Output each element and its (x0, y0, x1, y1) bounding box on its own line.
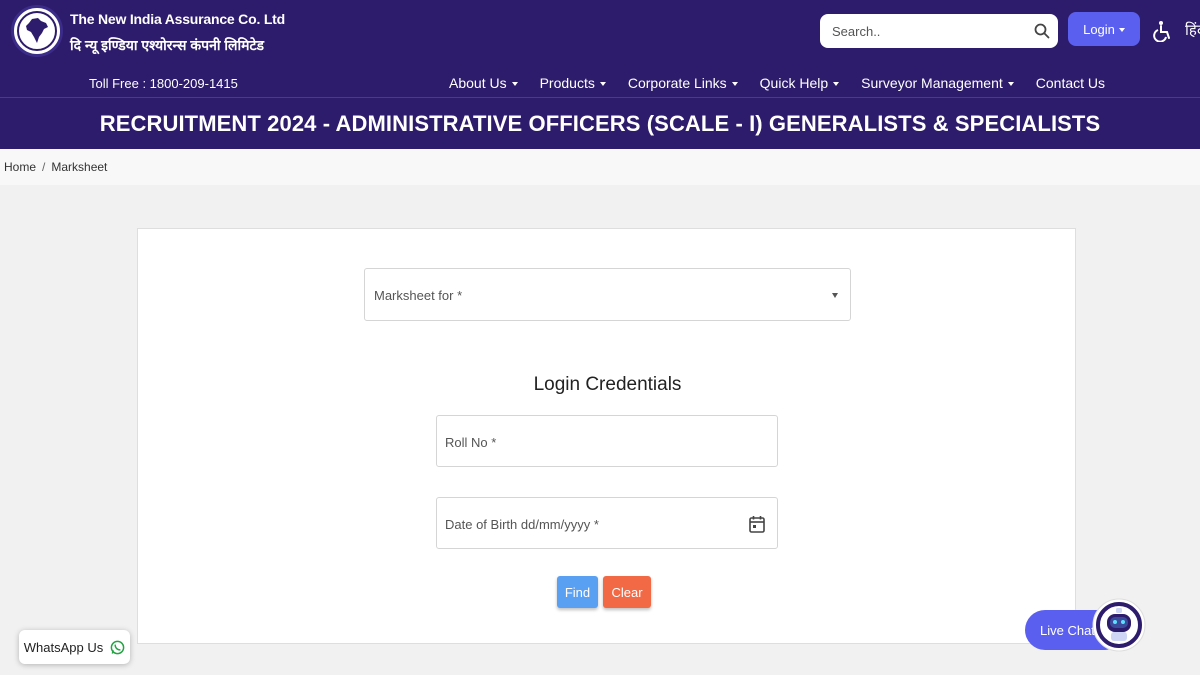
nav-item-label: Surveyor Management (861, 75, 1003, 91)
company-logo[interactable] (11, 5, 63, 57)
breadcrumb-current: Marksheet (51, 160, 108, 174)
breadcrumb-separator: / (42, 160, 46, 174)
nav-item-surveyor-management[interactable]: Surveyor Management (861, 75, 1014, 91)
india-map-seal-icon (17, 11, 57, 51)
login-button[interactable]: Login (1068, 12, 1140, 46)
roll-no-field[interactable]: Roll No * (436, 415, 778, 467)
nav-item-label: About Us (449, 75, 507, 91)
nav-item-label: Quick Help (759, 75, 829, 91)
date-of-birth-field[interactable]: Date of Birth dd/mm/yyyy * (436, 497, 778, 549)
chatbot-avatar-icon[interactable] (1092, 592, 1146, 658)
search-box (820, 14, 1058, 48)
whatsapp-label: WhatsApp Us (23, 639, 104, 655)
breadcrumb-home-link[interactable]: Home (4, 160, 36, 174)
brand-name-english: The New India Assurance Co. Ltd (70, 11, 285, 27)
login-button-label: Login (1083, 21, 1115, 37)
dropdown-caret-icon (832, 293, 838, 298)
marksheet-for-select[interactable]: Marksheet for * (364, 268, 851, 321)
language-toggle-link[interactable]: हिंदी (1185, 20, 1200, 40)
main-nav: About Us Products Corporate Links Quick … (449, 75, 1127, 91)
nav-item-quick-help[interactable]: Quick Help (759, 75, 840, 91)
brand-name-hindi: दि न्यू इण्डिया एश्योरन्स कंपनी लिमिटेड (70, 37, 265, 53)
clear-button[interactable]: Clear (603, 576, 651, 608)
live-chat-label: Live Chat (1040, 622, 1095, 638)
toll-free-number: Toll Free : 1800-209-1415 (89, 76, 238, 91)
marksheet-for-label: Marksheet for * (374, 288, 463, 303)
chevron-down-icon (511, 82, 518, 86)
date-of-birth-label: Date of Birth dd/mm/yyyy * (445, 517, 599, 532)
wheelchair-icon[interactable] (1152, 20, 1174, 42)
chevron-down-icon (1118, 28, 1125, 32)
site-header: The New India Assurance Co. Ltd दि न्यू … (0, 0, 1200, 97)
whatsapp-button[interactable]: WhatsApp Us (19, 630, 130, 664)
search-icon[interactable] (1034, 23, 1050, 39)
nav-item-products[interactable]: Products (540, 75, 606, 91)
calendar-icon[interactable] (749, 515, 765, 533)
nav-item-label: Products (539, 75, 595, 91)
nav-item-label: Corporate Links (627, 75, 727, 91)
nav-item-about-us[interactable]: About Us (449, 75, 518, 91)
search-input[interactable] (820, 14, 1025, 48)
chevron-down-icon (833, 82, 840, 86)
chevron-down-icon (1007, 82, 1014, 86)
nav-item-corporate-links[interactable]: Corporate Links (628, 75, 738, 91)
chevron-down-icon (599, 82, 606, 86)
nav-item-contact-us[interactable]: Contact Us (1036, 75, 1105, 91)
marksheet-form-card: Marksheet for * Login Credentials Roll N… (137, 228, 1076, 644)
nav-item-label: Contact Us (1035, 75, 1106, 91)
roll-no-label: Roll No * (445, 435, 497, 450)
whatsapp-icon (110, 640, 125, 654)
find-button[interactable]: Find (557, 576, 598, 608)
breadcrumb: Home / Marksheet (0, 149, 1200, 185)
chevron-down-icon (731, 82, 738, 86)
page-title: RECRUITMENT 2024 - ADMINISTRATIVE OFFICE… (99, 110, 1101, 136)
login-credentials-heading: Login Credentials (533, 374, 682, 395)
page-title-banner: RECRUITMENT 2024 - ADMINISTRATIVE OFFICE… (0, 97, 1200, 149)
